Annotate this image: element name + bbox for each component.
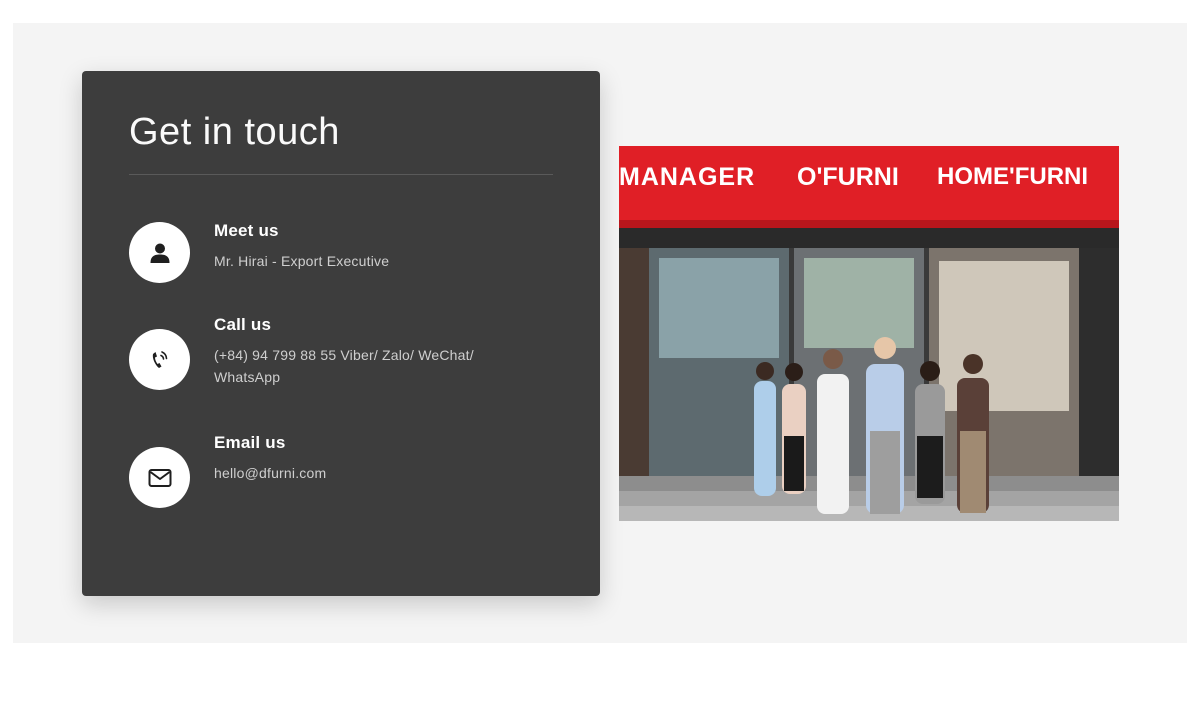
email-us-label: Email us [214, 433, 286, 452]
sign-ofurni: O'FURNI [797, 163, 899, 191]
user-icon-circle [129, 222, 190, 283]
storefront-photo: MANAGER O'FURNI HOME'FURNI [619, 146, 1119, 521]
email-us-value[interactable]: hello@dfurni.com [214, 462, 544, 484]
meet-us-label: Meet us [214, 221, 279, 240]
call-us-label: Call us [214, 315, 272, 334]
title-divider [129, 174, 553, 175]
meet-us-value: Mr. Hirai - Export Executive [214, 253, 390, 269]
phone-icon-circle[interactable] [129, 329, 190, 390]
sign-homefurni: HOME'FURNI [937, 163, 1088, 190]
contact-card: Get in touch Meet us Mr. Hirai - Export … [82, 71, 600, 596]
envelope-icon [148, 468, 171, 487]
contact-title: Get in touch [129, 111, 340, 153]
sign-manager: MANAGER [619, 163, 755, 191]
user-icon [150, 243, 169, 263]
envelope-icon-circle[interactable] [129, 447, 190, 508]
storefront-illustration: MANAGER O'FURNI HOME'FURNI [619, 146, 1119, 521]
phone-icon [152, 350, 167, 368]
call-us-value[interactable]: (+84) 94 799 88 55 Viber/ Zalo/ WeChat/ … [214, 344, 544, 388]
